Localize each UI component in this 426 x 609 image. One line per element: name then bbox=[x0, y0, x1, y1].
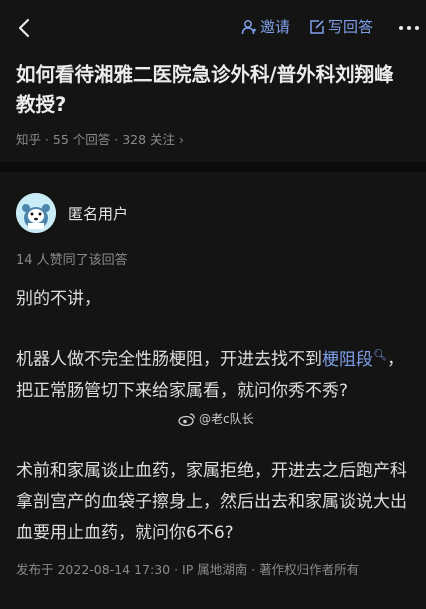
question-meta[interactable]: 知乎 · 55 个回答 · 328 关注 › bbox=[16, 129, 184, 148]
person-icon bbox=[241, 19, 256, 34]
top-bar: 邀请 写回答 bbox=[0, 0, 426, 56]
answer-paragraph-2: 机器人做不完全性肠梗阻，开进去找不到梗阻段🔍︎，把正常肠管切下来给家属看，就问你… bbox=[16, 339, 411, 407]
author-name[interactable]: 匿名用户 bbox=[68, 203, 128, 224]
edit-icon bbox=[310, 19, 324, 34]
back-icon[interactable] bbox=[14, 17, 36, 39]
invite-button[interactable]: 邀请 bbox=[241, 16, 290, 37]
more-icon[interactable] bbox=[398, 25, 420, 31]
invite-label: 邀请 bbox=[260, 18, 291, 36]
write-answer-label: 写回答 bbox=[328, 18, 374, 36]
search-link-label: 梗阻段 bbox=[322, 349, 373, 370]
weibo-icon bbox=[178, 412, 195, 426]
watermark: @老c队长 bbox=[178, 410, 254, 427]
avatar[interactable] bbox=[16, 193, 56, 233]
answer-footer: 发布于 2022-08-14 17:30 · IP 属地湖南 · 著作权归作者所… bbox=[16, 562, 360, 577]
write-answer-button[interactable]: 写回答 bbox=[309, 16, 373, 37]
anonymous-avatar-icon bbox=[16, 193, 56, 233]
answer-paragraph-3: 术前和家属谈止血药，家属拒绝，开进去之后跑产科拿剖宫产的血袋子擦身上，然后出去和… bbox=[16, 461, 407, 543]
section-divider bbox=[0, 162, 426, 172]
search-link[interactable]: 梗阻段🔍︎ bbox=[322, 348, 387, 370]
watermark-text: @老c队长 bbox=[199, 412, 254, 426]
likes-count: 14 人赞同了该回答 bbox=[16, 253, 128, 268]
search-icon: 🔍︎ bbox=[373, 348, 387, 361]
question-title[interactable]: 如何看待湘雅二医院急诊外科/普外科刘翔峰教授? bbox=[16, 60, 411, 120]
answer-paragraph-1: 别的不讲， bbox=[16, 289, 101, 309]
paragraph-2-text-a: 机器人做不完全性肠梗阻，开进去找不到 bbox=[16, 349, 322, 370]
